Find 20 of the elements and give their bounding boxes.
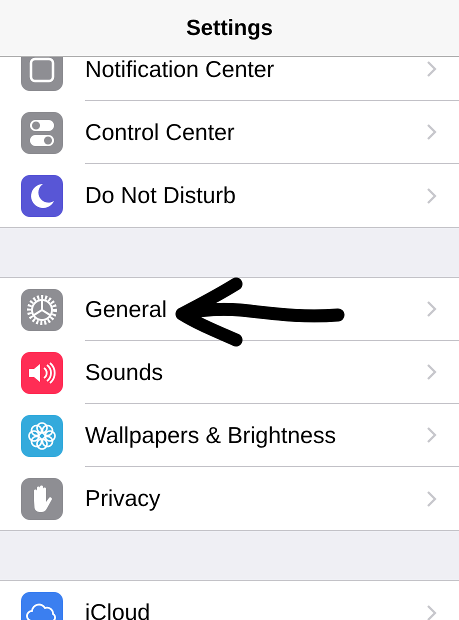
chevron-icon — [426, 604, 437, 620]
row-label: Sounds — [85, 358, 164, 386]
row-label: iCloud — [85, 599, 152, 620]
row-label: Wallpapers & Brightness — [85, 422, 337, 448]
row-label: Notification Center — [85, 57, 276, 82]
chevron-icon — [426, 123, 437, 141]
row-label: Privacy — [85, 485, 162, 512]
chevron-icon — [426, 426, 437, 444]
chevron-icon — [426, 363, 437, 381]
row-label: Control Center — [85, 118, 236, 146]
chevron-icon — [426, 60, 437, 78]
settings-row[interactable]: iCloud — [0, 581, 459, 620]
window-title: Settings — [186, 15, 273, 41]
row-label: Do Not Disturb — [85, 182, 237, 209]
settings-row[interactable]: Privacy — [0, 467, 459, 530]
chevron-icon — [426, 186, 437, 204]
chevron-icon — [426, 490, 437, 508]
chevron-icon — [426, 300, 437, 318]
settings-row[interactable]: Do Not Disturb — [0, 164, 459, 227]
row-label: General — [85, 296, 168, 322]
